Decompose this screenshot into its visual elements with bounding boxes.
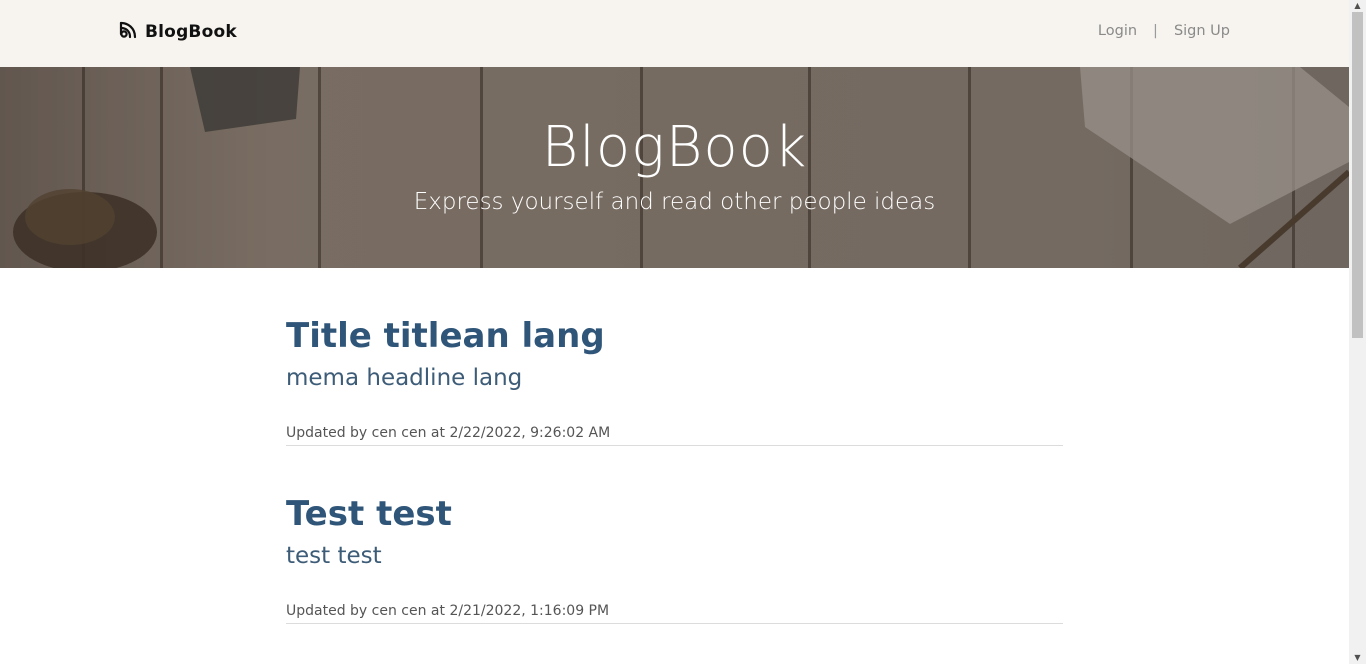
signup-link[interactable]: Sign Up [1174, 23, 1230, 39]
post-meta: Updated by cen cen at 2/22/2022, 9:26:02… [286, 425, 611, 441]
hero-subtitle: Express yourself and read other people i… [413, 189, 936, 215]
brand-name: BlogBook [145, 22, 237, 42]
login-link[interactable]: Login [1098, 23, 1137, 39]
navbar: BlogBook Login | Sign Up [0, 0, 1349, 67]
brand-link[interactable]: BlogBook [118, 20, 237, 44]
post-item: Title titlean lang mema headline lang Up… [286, 268, 1063, 446]
rss-feed-icon [118, 20, 138, 44]
scrollbar-thumb[interactable] [1352, 12, 1363, 338]
vertical-scrollbar[interactable]: ▲ ▼ [1349, 0, 1366, 664]
post-headline: test test [286, 543, 382, 569]
hero-title: BlogBook [541, 115, 808, 180]
post-title[interactable]: Title titlean lang [286, 316, 605, 356]
post-meta: Updated by cen cen at 2/21/2022, 1:16:09… [286, 603, 610, 619]
post-list: Title titlean lang mema headline lang Up… [286, 268, 1063, 624]
hero-banner: BlogBook Express yourself and read other… [0, 67, 1349, 268]
scroll-down-icon[interactable]: ▼ [1349, 652, 1366, 664]
nav-separator: | [1153, 23, 1158, 39]
auth-links: Login | Sign Up [1098, 23, 1230, 39]
scroll-up-icon[interactable]: ▲ [1349, 0, 1366, 12]
post-headline: mema headline lang [286, 365, 523, 391]
post-title[interactable]: Test test [286, 494, 452, 534]
post-item: Test test test test Updated by cen cen a… [286, 446, 1063, 624]
